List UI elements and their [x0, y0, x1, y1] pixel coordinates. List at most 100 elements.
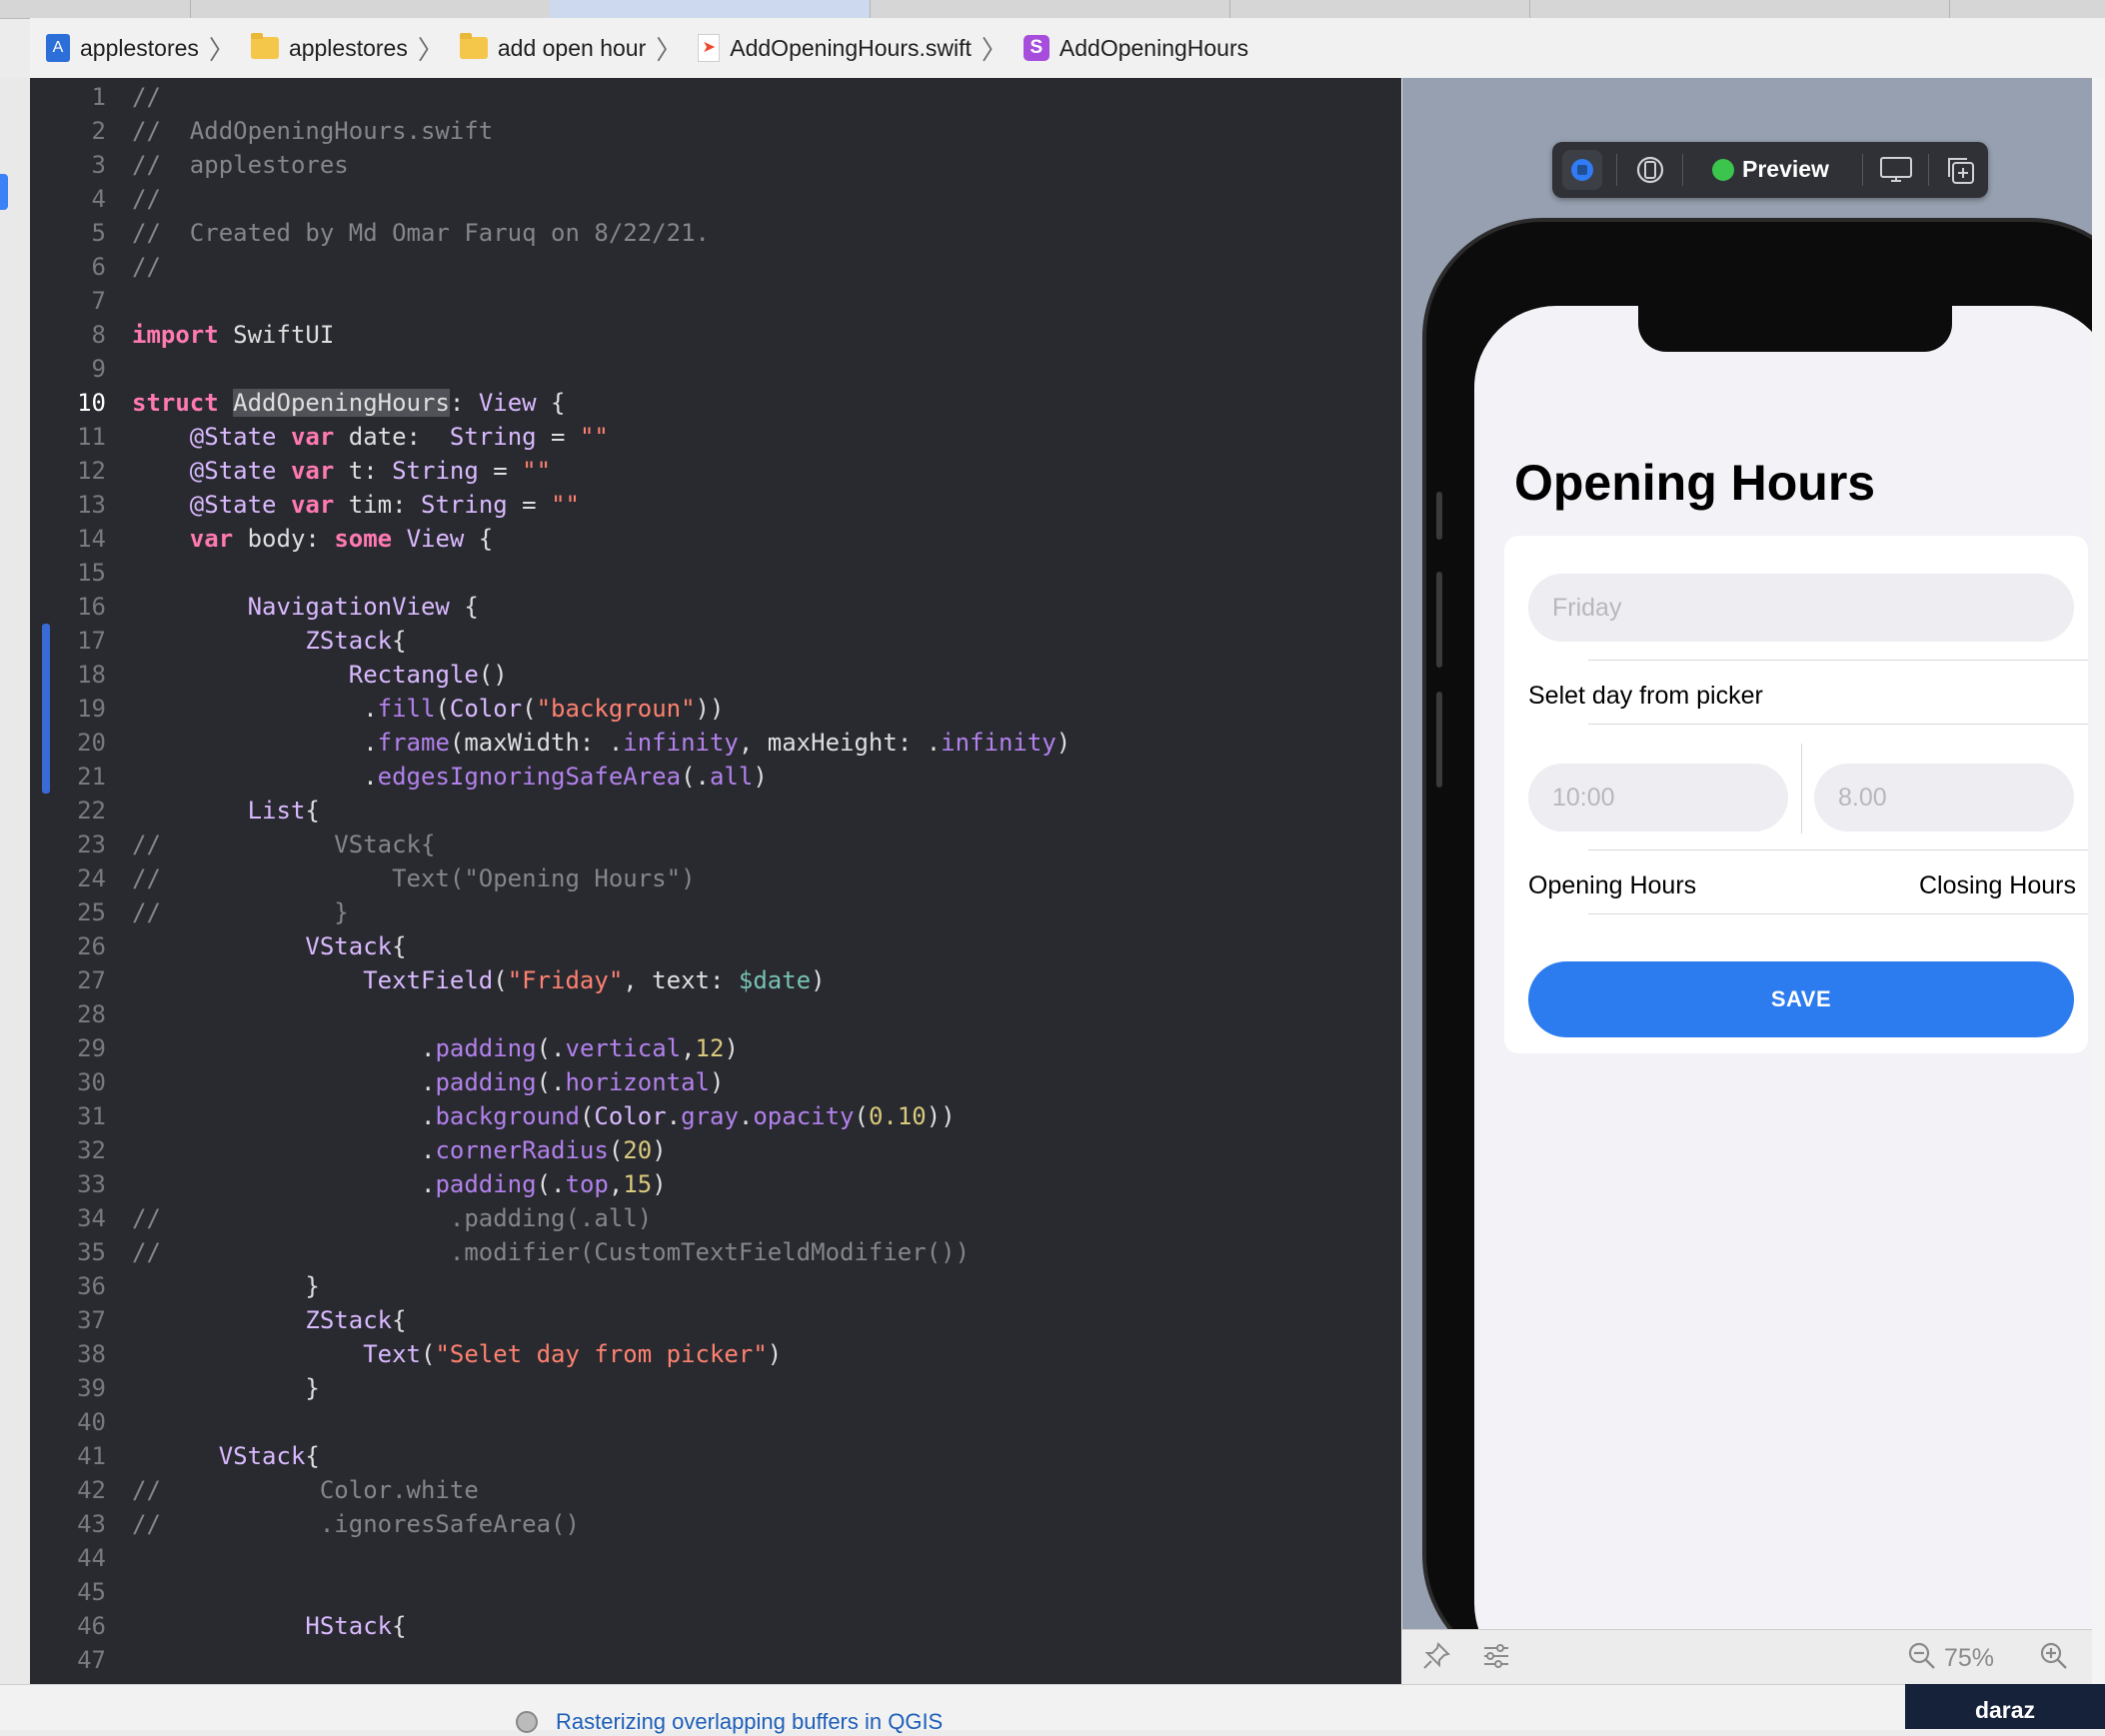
code-line[interactable]: 44 [30, 1541, 1401, 1575]
code-line[interactable]: 21 .edgesIgnoringSafeArea(.all) [30, 760, 1401, 794]
code-line[interactable]: 22 List{ [30, 794, 1401, 828]
code-line[interactable]: 31 .background(Color.gray.opacity(0.10)) [30, 1099, 1401, 1133]
code-line[interactable]: 40 [30, 1405, 1401, 1439]
code-line[interactable]: 28 [30, 997, 1401, 1031]
code-text: .fill(Color("backgroun")) [132, 695, 725, 723]
breadcrumb-file[interactable]: ➤ AddOpeningHours.swift 〉 [682, 30, 1008, 67]
struct-icon: S [1023, 35, 1050, 61]
code-line[interactable]: 41 VStack{ [30, 1439, 1401, 1473]
zoom-out-button[interactable] [1906, 1640, 1938, 1679]
code-line[interactable]: 23 // VStack{ [30, 828, 1401, 862]
code-text: VStack{ [218, 1442, 320, 1470]
chevron-right-icon: 〉 [656, 34, 683, 65]
code-editor[interactable]: 1 // 2 // AddOpeningHours.swift 3 // applesto… [30, 78, 1401, 1684]
jump-bar: A applestores 〉 applestores 〉 add open h… [30, 18, 2105, 79]
code-line[interactable]: 9 [30, 352, 1401, 386]
code-line[interactable]: 38 Text("Selet day from picker") [30, 1337, 1401, 1371]
line-number: 21 [77, 763, 106, 791]
duplicate-preview-button[interactable] [1942, 152, 1978, 188]
live-preview-button[interactable] [1562, 150, 1602, 190]
divider [1588, 660, 2088, 661]
tab-active[interactable] [550, 0, 871, 18]
code-line[interactable]: 39 } [30, 1371, 1401, 1405]
code-line[interactable]: 26 VStack{ [30, 929, 1401, 963]
tab[interactable] [0, 0, 191, 18]
code-text: ZStack{ [305, 1306, 407, 1334]
code-line[interactable]: 17 ZStack{ [30, 624, 1401, 658]
code-line[interactable]: 24 // Text("Opening Hours") [30, 862, 1401, 895]
code-line[interactable]: 15 [30, 556, 1401, 590]
code-line[interactable]: 16 NavigationView { [30, 590, 1401, 624]
device-settings-button[interactable] [1878, 152, 1914, 188]
code-line[interactable]: 25 // } [30, 895, 1401, 929]
breadcrumb-folder[interactable]: add open hour 〉 [444, 30, 682, 67]
closing-hour-field[interactable]: 8.00 [1814, 764, 2074, 832]
code-line[interactable]: 29 .padding(.vertical,12) [30, 1031, 1401, 1065]
code-line[interactable]: 14 var body: some View { [30, 522, 1401, 556]
code-line[interactable]: 30 .padding(.horizontal) [30, 1065, 1401, 1099]
device-variants-icon [1636, 156, 1664, 184]
zoom-in-button[interactable] [2038, 1640, 2070, 1679]
tab[interactable] [1229, 0, 1530, 18]
line-number: 36 [77, 1272, 106, 1300]
code-line[interactable]: 32 .cornerRadius(20) [30, 1133, 1401, 1167]
date-field[interactable]: Friday [1528, 574, 2074, 642]
code-line[interactable]: 34 // .padding(.all) [30, 1201, 1401, 1235]
code-line[interactable]: 20 .frame(maxWidth: .infinity, maxHeight… [30, 726, 1401, 760]
breadcrumb-group[interactable]: applestores 〉 [235, 30, 444, 67]
question-link[interactable]: Rasterizing overlapping buffers in QGIS [556, 1709, 943, 1735]
code-line[interactable]: 37 ZStack{ [30, 1303, 1401, 1337]
save-button[interactable]: SAVE [1528, 961, 2074, 1037]
code-line[interactable]: 11 @State var date: String = "" [30, 420, 1401, 454]
tab[interactable] [870, 0, 1230, 18]
preview-label[interactable]: Preview [1742, 156, 1829, 183]
code-text: // .ignoresSafeArea() [132, 1510, 580, 1538]
site-avatar-icon [516, 1711, 538, 1733]
line-number: 19 [77, 695, 106, 723]
code-line[interactable]: 45 [30, 1575, 1401, 1609]
code-line[interactable]: 4 // [30, 182, 1401, 216]
code-line[interactable]: 7 [30, 284, 1401, 318]
code-line[interactable]: 13 @State var tim: String = "" [30, 488, 1401, 522]
zoom-level[interactable]: 75% [1944, 1644, 1994, 1673]
ad-banner[interactable]: daraz [1905, 1684, 2105, 1729]
code-line[interactable]: 36 } [30, 1269, 1401, 1303]
line-number: 1 [91, 83, 106, 111]
device-variants-button[interactable] [1632, 152, 1668, 188]
code-line[interactable]: 5 // Created by Md Omar Faruq on 8/22/21. [30, 216, 1401, 250]
adjust-button[interactable] [1480, 1640, 1512, 1679]
chevron-right-icon: 〉 [208, 34, 235, 65]
code-line[interactable]: 27 TextField("Friday", text: $date) [30, 963, 1401, 997]
tab[interactable] [1529, 0, 1950, 18]
pin-button[interactable] [1420, 1640, 1452, 1679]
code-line[interactable]: 8 import SwiftUI [30, 318, 1401, 352]
code-text: var body: some View { [189, 525, 494, 553]
code-line[interactable]: 2 // AddOpeningHours.swift [30, 114, 1401, 148]
code-line[interactable]: 12 @State var t: String = "" [30, 454, 1401, 488]
breadcrumb-symbol[interactable]: S AddOpeningHours [1008, 35, 1248, 62]
code-line[interactable]: 47 [30, 1643, 1401, 1677]
line-number: 10 [77, 389, 106, 417]
code-line[interactable]: 18 Rectangle() [30, 658, 1401, 692]
tab[interactable] [190, 0, 551, 18]
line-number: 28 [77, 1000, 106, 1028]
code-line[interactable]: 42 // Color.white [30, 1473, 1401, 1507]
code-line[interactable]: 43 // .ignoresSafeArea() [30, 1507, 1401, 1541]
line-number: 24 [77, 865, 106, 892]
line-number: 5 [91, 219, 106, 247]
code-line[interactable]: 1 // [30, 80, 1401, 114]
iphone-frame: Opening Hours Friday Selet day from pick… [1422, 218, 2092, 1629]
code-text: .padding(.top,15) [132, 1170, 667, 1198]
code-text: // applestores [132, 151, 349, 179]
opening-hour-field[interactable]: 10:00 [1528, 764, 1788, 832]
code-line[interactable]: 10 struct AddOpeningHours: View { [30, 386, 1401, 420]
line-number: 14 [77, 525, 106, 553]
app-project-icon: A [46, 34, 70, 62]
code-line[interactable]: 19 .fill(Color("backgroun")) [30, 692, 1401, 726]
breadcrumb-project[interactable]: A applestores 〉 [30, 30, 235, 67]
code-line[interactable]: 33 .padding(.top,15) [30, 1167, 1401, 1201]
code-line[interactable]: 3 // applestores [30, 148, 1401, 182]
code-line[interactable]: 35 // .modifier(CustomTextFieldModifier()… [30, 1235, 1401, 1269]
code-line[interactable]: 46 HStack{ [30, 1609, 1401, 1643]
code-line[interactable]: 6 // [30, 250, 1401, 284]
